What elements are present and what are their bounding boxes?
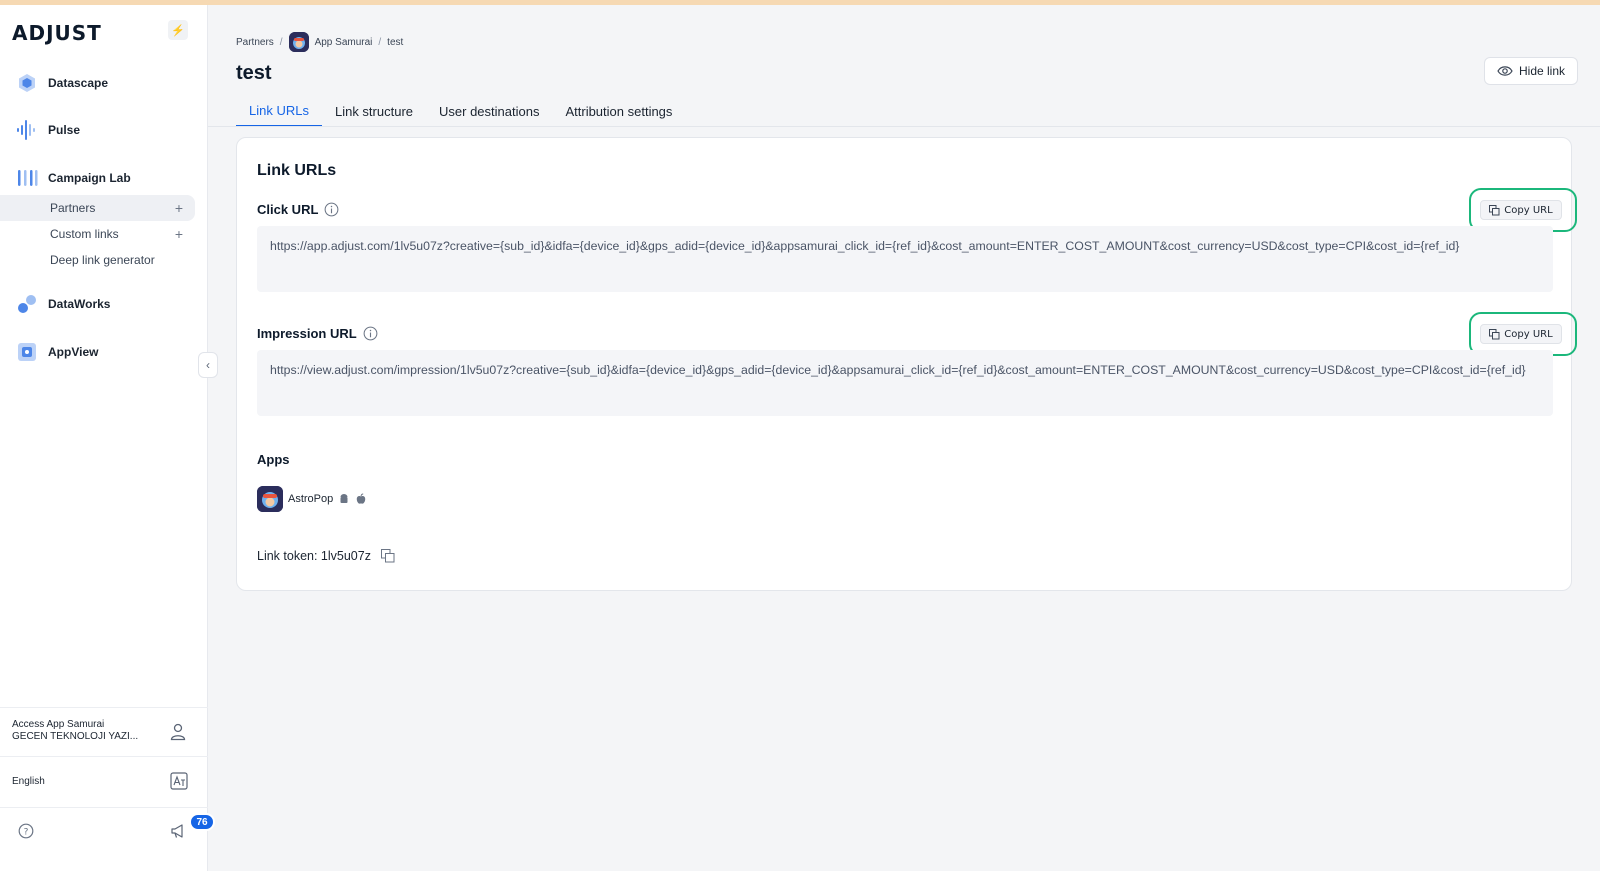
card-title: Link URLs bbox=[257, 162, 337, 179]
breadcrumb-separator: / bbox=[279, 36, 283, 48]
copy-icon bbox=[1489, 328, 1500, 339]
click-url-label-text: Click URL bbox=[257, 202, 319, 217]
campaign-lab-icon bbox=[18, 170, 38, 186]
user-icon[interactable] bbox=[170, 723, 186, 741]
copy-icon bbox=[1489, 204, 1500, 215]
tab-link-urls[interactable]: Link URLs bbox=[236, 95, 322, 127]
copy-url-label: Copy URL bbox=[1504, 204, 1553, 216]
datascape-icon bbox=[19, 74, 35, 92]
sidebar-item-label: AppView bbox=[48, 345, 99, 359]
translate-icon[interactable] bbox=[170, 772, 188, 790]
hide-link-button[interactable]: Hide link bbox=[1484, 57, 1578, 85]
sidebar-subitem-deep-link-generator[interactable]: Deep link generator bbox=[0, 247, 195, 273]
adjust-logo[interactable]: ADJUST bbox=[12, 21, 102, 45]
impression-url-value[interactable]: https://view.adjust.com/impression/1lv5u… bbox=[257, 350, 1553, 416]
app-samurai-avatar bbox=[288, 32, 309, 52]
breadcrumb-separator: / bbox=[378, 36, 382, 48]
megaphone-icon[interactable] bbox=[170, 823, 188, 839]
click-url-value[interactable]: https://app.adjust.com/1lv5u07z?creative… bbox=[257, 226, 1553, 292]
divider bbox=[0, 707, 208, 708]
click-url-label: Click URL bbox=[257, 202, 339, 217]
sidebar-item-label: DataWorks bbox=[48, 297, 111, 311]
sidebar-item-label: Pulse bbox=[48, 123, 81, 137]
sidebar-subitem-partners[interactable]: Partners + bbox=[0, 195, 195, 221]
main-content: Partners / App Samurai / test test Hide … bbox=[208, 5, 1600, 871]
sidebar-subitem-custom-links[interactable]: Custom links + bbox=[0, 221, 195, 247]
appview-icon bbox=[18, 343, 36, 361]
sidebar-subitem-label: Deep link generator bbox=[50, 253, 155, 267]
sidebar-item-label: Campaign Lab bbox=[48, 171, 131, 185]
sidebar-item-datascape[interactable]: Datascape bbox=[16, 72, 108, 94]
divider bbox=[0, 756, 208, 757]
sidebar-item-campaign-lab[interactable]: Campaign Lab bbox=[16, 167, 131, 189]
impression-url-label-text: Impression URL bbox=[257, 326, 357, 341]
app-avatar-icon bbox=[257, 486, 283, 512]
samurai-icon bbox=[288, 32, 309, 52]
page-title: test bbox=[236, 62, 272, 84]
tab-link-structure[interactable]: Link structure bbox=[322, 95, 426, 127]
help-icon[interactable]: ? bbox=[18, 823, 34, 839]
sidebar-item-label: Datascape bbox=[48, 76, 109, 90]
apps-label: Apps bbox=[257, 452, 290, 467]
sidebar-item-dataworks[interactable]: DataWorks bbox=[16, 293, 110, 315]
link-urls-card: Link URLs Click URL Copy URL https://app… bbox=[236, 137, 1577, 591]
info-icon[interactable] bbox=[324, 202, 339, 217]
sidebar-item-appview[interactable]: AppView bbox=[16, 341, 98, 363]
copy-click-url-button[interactable]: Copy URL bbox=[1480, 200, 1562, 220]
app-name: AstroPop bbox=[288, 493, 334, 505]
breadcrumb-partners[interactable]: Partners bbox=[236, 37, 274, 48]
link-token-text: Link token: 1lv5u07z bbox=[257, 549, 371, 563]
copy-url-label: Copy URL bbox=[1504, 328, 1553, 340]
sidebar: ADJUST ⚡ Datascape Pulse Campaign Lab Pa… bbox=[0, 5, 215, 871]
impression-url-label: Impression URL bbox=[257, 326, 378, 341]
divider bbox=[0, 807, 208, 808]
breadcrumb-partner[interactable]: App Samurai bbox=[315, 37, 373, 48]
app-item[interactable]: AstroPop bbox=[257, 486, 367, 512]
breadcrumb: Partners / App Samurai / test bbox=[236, 32, 403, 52]
add-partner-icon[interactable]: + bbox=[175, 200, 183, 216]
info-icon[interactable] bbox=[363, 326, 378, 341]
account-company: GECEN TEKNOLOJI YAZI... bbox=[12, 731, 139, 742]
breadcrumb-current: test bbox=[387, 36, 404, 48]
tab-attribution-settings[interactable]: Attribution settings bbox=[552, 95, 685, 127]
pulse-icon bbox=[17, 120, 35, 140]
bolt-icon: ⚡ bbox=[171, 24, 185, 37]
sidebar-subitem-label: Partners bbox=[50, 201, 96, 215]
account-switcher[interactable]: Access App Samurai GECEN TEKNOLOJI YAZI.… bbox=[12, 719, 138, 743]
language-label[interactable]: English bbox=[12, 776, 45, 787]
apple-icon bbox=[357, 493, 366, 504]
android-icon bbox=[340, 494, 348, 503]
eye-icon bbox=[1497, 66, 1513, 76]
tab-user-destinations[interactable]: User destinations bbox=[426, 95, 552, 127]
sidebar-subitem-label: Custom links bbox=[50, 227, 119, 241]
tabs-divider bbox=[208, 126, 1600, 127]
sidebar-item-pulse[interactable]: Pulse bbox=[16, 119, 80, 141]
quick-actions-button[interactable]: ⚡ bbox=[168, 20, 188, 40]
dataworks-icon bbox=[18, 295, 36, 313]
copy-impression-url-button[interactable]: Copy URL bbox=[1480, 324, 1562, 344]
svg-text:?: ? bbox=[24, 828, 29, 838]
add-custom-link-icon[interactable]: + bbox=[175, 226, 183, 242]
astropop-app-icon bbox=[257, 486, 283, 512]
hide-link-label: Hide link bbox=[1518, 64, 1566, 78]
copy-token-icon[interactable] bbox=[380, 549, 395, 563]
link-token: Link token: 1lv5u07z bbox=[257, 549, 395, 563]
tab-bar: Link URLs Link structure User destinatio… bbox=[236, 95, 685, 127]
account-name: Access App Samurai bbox=[12, 719, 105, 730]
